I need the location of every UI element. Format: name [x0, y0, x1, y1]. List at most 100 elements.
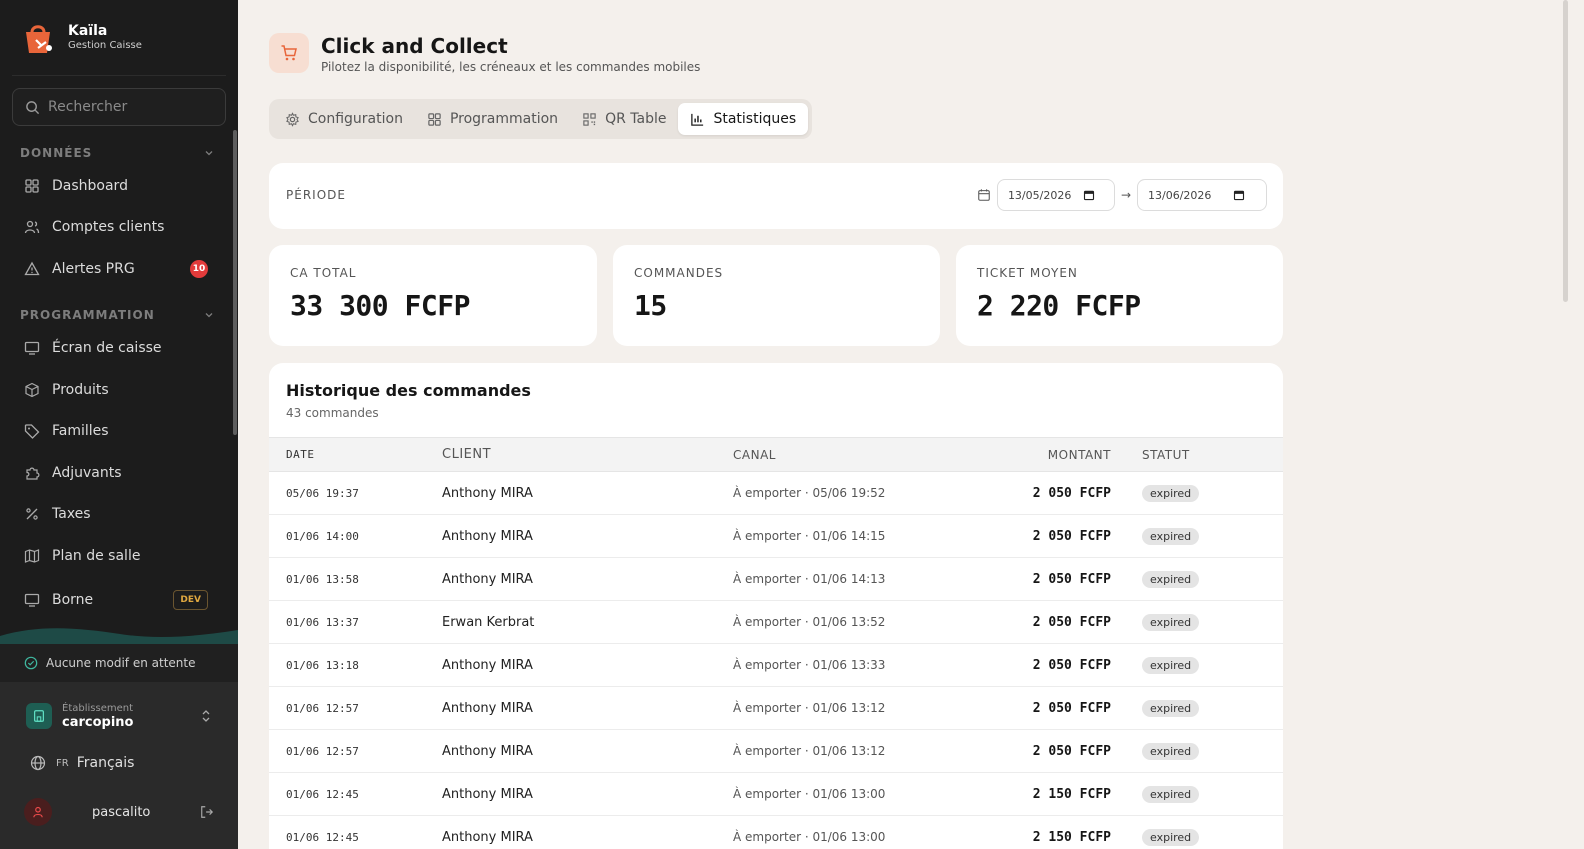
- sidebar-item-borne[interactable]: Borne DEV: [12, 582, 224, 618]
- sidebar-item-alertes-prg[interactable]: Alertes PRG 10: [12, 251, 224, 287]
- order-amount: 2 050 FCFP: [1032, 571, 1111, 587]
- order-client: Anthony MIRA: [442, 657, 533, 673]
- date-to-input[interactable]: 13/06/2026: [1137, 179, 1267, 211]
- section-programmation[interactable]: PROGRAMMATION: [20, 308, 214, 322]
- col-amount[interactable]: MONTANT: [953, 438, 1111, 472]
- order-date: 01/06 13:58: [286, 572, 359, 586]
- order-date: 01/06 13:37: [286, 615, 359, 629]
- order-amount: 2 050 FCFP: [1032, 528, 1111, 544]
- user-menu[interactable]: pascalito: [24, 798, 214, 826]
- col-canal[interactable]: CANAL: [733, 438, 953, 472]
- sidebar-footer: Établissement carcopino FR Français pasc…: [0, 682, 238, 849]
- order-client: Erwan Kerbrat: [442, 614, 535, 630]
- puzzle-icon: [24, 465, 40, 481]
- dev-badge: DEV: [173, 590, 208, 610]
- col-date[interactable]: DATE: [269, 438, 442, 472]
- table-row[interactable]: 01/06 14:00 Anthony MIRA À emporter · 01/0…: [269, 515, 1283, 558]
- sidebar-scrollbar[interactable]: [233, 130, 237, 435]
- page-subtitle: Pilotez la disponibilité, les créneaux e…: [321, 60, 701, 74]
- table-row[interactable]: 01/06 12:57 Anthony MIRA À emporter · 01/0…: [269, 687, 1283, 730]
- status-badge: expired: [1142, 484, 1200, 502]
- kpi-card-commandes: COMMANDES 15: [613, 245, 940, 346]
- date-from-input[interactable]: 13/05/2026: [996, 179, 1115, 211]
- monitor-icon: [24, 340, 40, 356]
- kpi-card-ca-total: CA TOTAL 33 300 FCFP: [269, 245, 597, 346]
- sidebar-item-ecran-de-caisse[interactable]: Écran de caisse: [12, 330, 224, 366]
- check-circle-icon: [24, 656, 38, 670]
- percent-icon: [24, 506, 40, 522]
- cart-icon: [269, 33, 309, 73]
- order-canal: À emporter · 01/06 13:12: [733, 744, 886, 758]
- table-row[interactable]: 01/06 13:58 Anthony MIRA À emporter · 01/0…: [269, 558, 1283, 601]
- sidebar-item-produits[interactable]: Produits: [12, 372, 224, 408]
- order-amount: 2 150 FCFP: [1032, 786, 1111, 802]
- history-title: Historique des commandes: [286, 381, 531, 400]
- page-scrollbar[interactable]: [1563, 0, 1568, 302]
- status-badge: expired: [1142, 742, 1200, 760]
- table-row[interactable]: 01/06 12:45 Anthony MIRA À emporter · 01/0…: [269, 816, 1283, 849]
- search-icon: [26, 100, 40, 114]
- order-date: 01/06 14:00: [286, 529, 359, 543]
- warning-icon: [24, 261, 40, 277]
- order-client: Anthony MIRA: [442, 485, 533, 501]
- col-client[interactable]: CLIENT: [442, 438, 733, 472]
- sidebar-wave-decoration: [0, 628, 238, 644]
- kpi-card-ticket-moyen: TICKET MOYEN 2 220 FCFP: [956, 245, 1283, 346]
- sidebar-item-plan-de-salle[interactable]: Plan de salle: [12, 538, 224, 574]
- period-card: PÉRIODE 13/05/2026 → 13/06/2026: [269, 163, 1283, 229]
- order-date: 01/06 12:45: [286, 787, 359, 801]
- order-amount: 2 150 FCFP: [1032, 829, 1111, 845]
- sidebar-item-taxes[interactable]: Taxes: [12, 496, 224, 532]
- establishment-selector[interactable]: Établissement carcopino: [12, 694, 226, 738]
- chevron-updown-icon: [202, 710, 210, 722]
- monitor-icon: [24, 592, 40, 608]
- section-donnees[interactable]: DONNÉES: [20, 146, 214, 160]
- brand-subtitle: Gestion Caisse: [68, 40, 142, 51]
- tag-icon: [24, 423, 40, 439]
- status-badge: expired: [1142, 828, 1200, 846]
- col-status[interactable]: STATUT: [1111, 438, 1283, 472]
- search-box[interactable]: [12, 88, 226, 126]
- tab-configuration[interactable]: Configuration: [273, 103, 415, 135]
- status-badge: expired: [1142, 656, 1200, 674]
- tab-programmation[interactable]: Programmation: [415, 103, 570, 135]
- calendar-icon: [978, 189, 990, 201]
- table-row[interactable]: 01/06 12:57 Anthony MIRA À emporter · 01/0…: [269, 730, 1283, 773]
- range-arrow: →: [1120, 188, 1131, 202]
- map-icon: [24, 548, 40, 564]
- logout-icon[interactable]: [200, 805, 214, 819]
- table-row[interactable]: 05/06 19:37 Anthony MIRA À emporter · 05/0…: [269, 472, 1283, 515]
- gear-icon: [285, 111, 300, 127]
- grid-icon: [427, 112, 442, 127]
- order-date: 05/06 19:37: [286, 486, 359, 500]
- brand[interactable]: Kaïla Gestion Caisse: [12, 0, 226, 76]
- sidebar-item-comptes-clients[interactable]: Comptes clients: [12, 209, 224, 245]
- status-badge: expired: [1142, 785, 1200, 803]
- sidebar-item-adjuvants[interactable]: Adjuvants: [12, 455, 224, 491]
- calendar-icon: [1084, 190, 1095, 201]
- order-date: 01/06 12:45: [286, 830, 359, 844]
- language-selector[interactable]: FR Français: [30, 755, 134, 771]
- table-row[interactable]: 01/06 13:37 Erwan Kerbrat À emporter · 01/…: [269, 601, 1283, 644]
- order-canal: À emporter · 01/06 13:00: [733, 830, 886, 844]
- order-amount: 2 050 FCFP: [1032, 485, 1111, 501]
- date-range: 13/05/2026 → 13/06/2026: [977, 179, 1267, 211]
- history-count: 43 commandes: [286, 406, 379, 420]
- grid-icon: [24, 178, 40, 194]
- user-icon: [33, 806, 43, 818]
- status-badge: expired: [1142, 613, 1200, 631]
- order-client: Anthony MIRA: [442, 743, 533, 759]
- tab-qr-table[interactable]: QR Table: [570, 103, 678, 135]
- order-canal: À emporter · 01/06 13:12: [733, 701, 886, 715]
- order-canal: À emporter · 01/06 14:13: [733, 572, 886, 586]
- order-date: 01/06 13:18: [286, 658, 359, 672]
- calendar-icon: [1234, 190, 1245, 201]
- sidebar-item-dashboard[interactable]: Dashboard: [12, 168, 224, 204]
- status-badge: expired: [1142, 527, 1200, 545]
- table-row[interactable]: 01/06 13:18 Anthony MIRA À emporter · 01/0…: [269, 644, 1283, 687]
- table-row[interactable]: 01/06 12:45 Anthony MIRA À emporter · 01/0…: [269, 773, 1283, 816]
- tab-statistiques[interactable]: Statistiques: [678, 103, 809, 135]
- search-input[interactable]: [48, 99, 218, 115]
- kpi-value: 2 220 FCFP: [977, 289, 1141, 322]
- sidebar-item-familles[interactable]: Familles: [12, 413, 224, 449]
